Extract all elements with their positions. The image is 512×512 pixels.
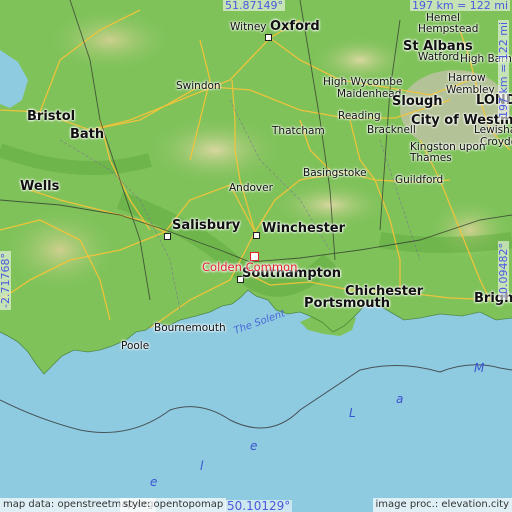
- attribution-image-proc[interactable]: image proc.: elevation.city: [372, 498, 512, 512]
- city-label-thatcham: Thatcham: [272, 125, 325, 137]
- city-label-guildford: Guildford: [395, 174, 444, 186]
- city-label-bracknell: Bracknell: [367, 124, 416, 136]
- location-label[interactable]: Colden Common: [202, 261, 297, 274]
- city-label-andover: Andover: [229, 182, 273, 194]
- city-label-kingston: Kingston upon Thames: [410, 141, 486, 164]
- city-label-witney: Witney: [230, 21, 267, 33]
- city-label-hemel: Hemel: [426, 12, 460, 24]
- city-label-oxford: Oxford: [270, 19, 320, 34]
- city-label-bournemouth: Bournemouth: [154, 322, 226, 334]
- city-label-bath: Bath: [70, 127, 105, 142]
- city-label-portsmouth: Portsmouth: [304, 296, 391, 311]
- attribution-style: style: opentopomap: [120, 498, 227, 512]
- city-label-salisbury: Salisbury: [172, 218, 241, 233]
- channel-letter-1: M: [474, 361, 485, 375]
- city-label-basingstoke: Basingstoke: [303, 167, 367, 179]
- channel-letter-2: a: [396, 392, 404, 406]
- city-label-winchester: Winchester: [262, 221, 346, 236]
- city-label-poole: Poole: [121, 340, 150, 352]
- city-label-harrow: Harrow: [448, 72, 486, 84]
- city-label-hempstead: Hempstead: [418, 23, 479, 35]
- city-label-lewisham: Lewisham: [474, 124, 512, 136]
- coord-bottom-latitude: 50.10129°: [225, 499, 293, 512]
- channel-letter-5: l: [200, 459, 204, 473]
- city-label-high-wycombe: High Wycombe: [323, 76, 403, 88]
- city-label-swindon: Swindon: [176, 80, 221, 92]
- city-label-wells: Wells: [20, 179, 60, 194]
- city-label-bristol: Bristol: [27, 109, 76, 124]
- city-label-watford: Watford: [418, 51, 460, 63]
- city-label-reading: Reading: [338, 110, 381, 122]
- scale-horizontal: 197 km = 122 mi: [410, 0, 511, 12]
- city-dot-oxford: [265, 34, 272, 41]
- city-label-slough: Slough: [392, 94, 443, 109]
- coord-top-latitude: 51.87149°: [223, 0, 285, 12]
- coord-left-longitude: -2.71768°: [0, 251, 12, 310]
- city-dot-salisbury: [164, 233, 171, 240]
- map-view[interactable]: Hemel Hempstead Witney Oxford St Albans …: [0, 0, 512, 512]
- channel-letter-4: e: [250, 439, 258, 453]
- city-dot-winchester: [253, 232, 260, 239]
- scale-vertical: 197 km = 122 mi: [497, 19, 510, 120]
- channel-letter-3: L: [349, 406, 356, 420]
- channel-letter-6: e: [150, 475, 158, 489]
- coord-right-longitude: -0.09482°: [497, 241, 510, 300]
